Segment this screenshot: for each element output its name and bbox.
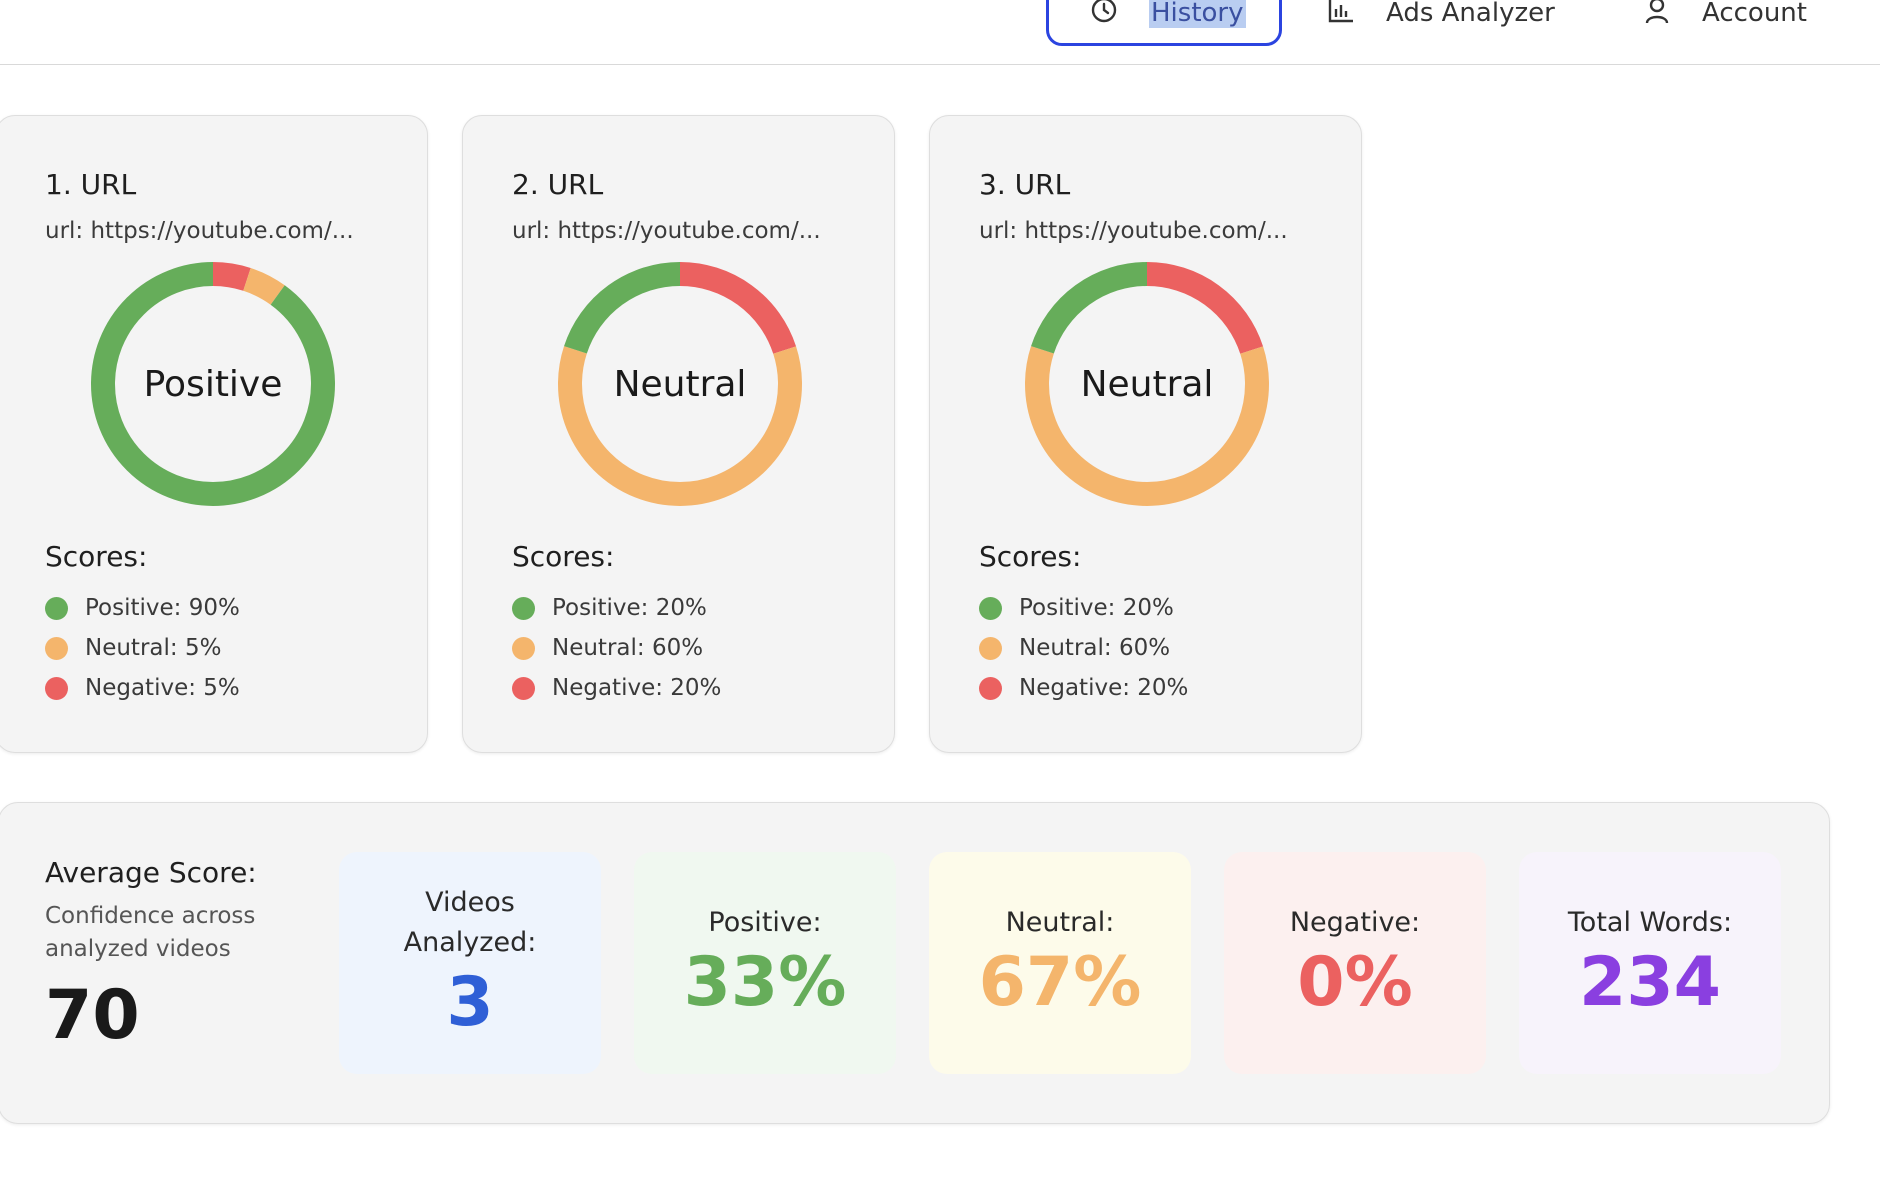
negative-dot <box>512 676 535 700</box>
neutral-dot <box>45 636 68 660</box>
videos-analyzed-value: 3 <box>446 963 494 1042</box>
legend-neutral-label: Neutral: 60% <box>552 635 704 661</box>
nav-account-label: Account <box>1702 0 1807 28</box>
top-nav: History Ads Analyzer Account <box>0 0 1880 65</box>
neutral-stat-value: 67% <box>978 943 1142 1022</box>
legend-negative: Negative: 5% <box>45 673 240 703</box>
negative-stat-label: Negative: <box>1289 907 1421 938</box>
nav-history-label: History <box>1149 0 1246 28</box>
card-title: 1. URL <box>45 168 137 201</box>
scores-heading: Scores: <box>45 540 148 573</box>
donut-center-label: Neutral <box>613 363 747 405</box>
legend-positive-label: Positive: 20% <box>552 595 707 621</box>
positive-dot <box>979 596 1002 620</box>
positive-stat-card: Positive: 33% <box>634 852 896 1074</box>
neutral-stat-label: Neutral: <box>1005 907 1115 938</box>
total-words-card: Total Words: 234 <box>1519 852 1781 1074</box>
negative-dot <box>979 676 1002 700</box>
card-title: 2. URL <box>512 168 604 201</box>
neutral-dot <box>512 636 535 660</box>
sentiment-donut: Positive <box>91 262 335 506</box>
positive-stat-value: 33% <box>683 943 847 1022</box>
legend-neutral: Neutral: 60% <box>979 633 1170 663</box>
total-words-label: Total Words: <box>1567 907 1733 938</box>
card-url: url: https://youtube.com/... <box>512 218 821 244</box>
positive-dot <box>512 596 535 620</box>
nav-account-tab[interactable]: Account <box>1642 0 1807 46</box>
donut-center-label: Neutral <box>1080 363 1214 405</box>
legend-neutral: Neutral: 60% <box>512 633 703 663</box>
sentiment-donut: Neutral <box>558 262 802 506</box>
legend-neutral-label: Neutral: 60% <box>1019 635 1171 661</box>
bar-chart-icon <box>1326 0 1356 32</box>
legend-positive: Positive: 20% <box>979 593 1174 623</box>
card-title: 3. URL <box>979 168 1071 201</box>
legend-positive: Positive: 90% <box>45 593 240 623</box>
scores-heading: Scores: <box>512 540 615 573</box>
total-words-value: 234 <box>1579 943 1721 1022</box>
negative-stat-value: 0% <box>1297 943 1413 1022</box>
user-icon <box>1642 0 1672 32</box>
average-score-subtitle: Confidence across analyzed videos <box>45 903 256 962</box>
legend-positive: Positive: 20% <box>512 593 707 623</box>
neutral-dot <box>979 636 1002 660</box>
legend-negative: Negative: 20% <box>512 673 721 703</box>
history-icon <box>1089 0 1119 32</box>
donut-center-label: Positive <box>143 363 283 405</box>
legend-negative: Negative: 20% <box>979 673 1188 703</box>
legend-negative-label: Negative: 20% <box>552 675 722 701</box>
legend-negative-label: Negative: 5% <box>85 675 240 701</box>
positive-stat-label: Positive: <box>708 907 822 938</box>
scores-heading: Scores: <box>979 540 1082 573</box>
legend-negative-label: Negative: 20% <box>1019 675 1189 701</box>
legend-neutral: Neutral: 5% <box>45 633 221 663</box>
negative-dot <box>45 676 68 700</box>
videos-analyzed-card: Videos Analyzed: 3 <box>339 852 601 1074</box>
card-url: url: https://youtube.com/... <box>45 218 354 244</box>
positive-dot <box>45 596 68 620</box>
average-score-title: Average Score: <box>45 856 257 889</box>
legend-positive-label: Positive: 20% <box>1019 595 1174 621</box>
nav-ads-analyzer-tab[interactable]: Ads Analyzer <box>1326 0 1555 46</box>
nav-history-tab[interactable]: History <box>1046 0 1282 46</box>
card-url: url: https://youtube.com/... <box>979 218 1288 244</box>
average-score-value: 70 <box>45 976 140 1055</box>
videos-analyzed-label: Videos Analyzed: <box>403 887 537 958</box>
nav-ads-analyzer-label: Ads Analyzer <box>1386 0 1555 28</box>
neutral-stat-card: Neutral: 67% <box>929 852 1191 1074</box>
sentiment-donut: Neutral <box>1025 262 1269 506</box>
legend-positive-label: Positive: 90% <box>85 595 240 621</box>
legend-neutral-label: Neutral: 5% <box>85 635 222 661</box>
negative-stat-card: Negative: 0% <box>1224 852 1486 1074</box>
